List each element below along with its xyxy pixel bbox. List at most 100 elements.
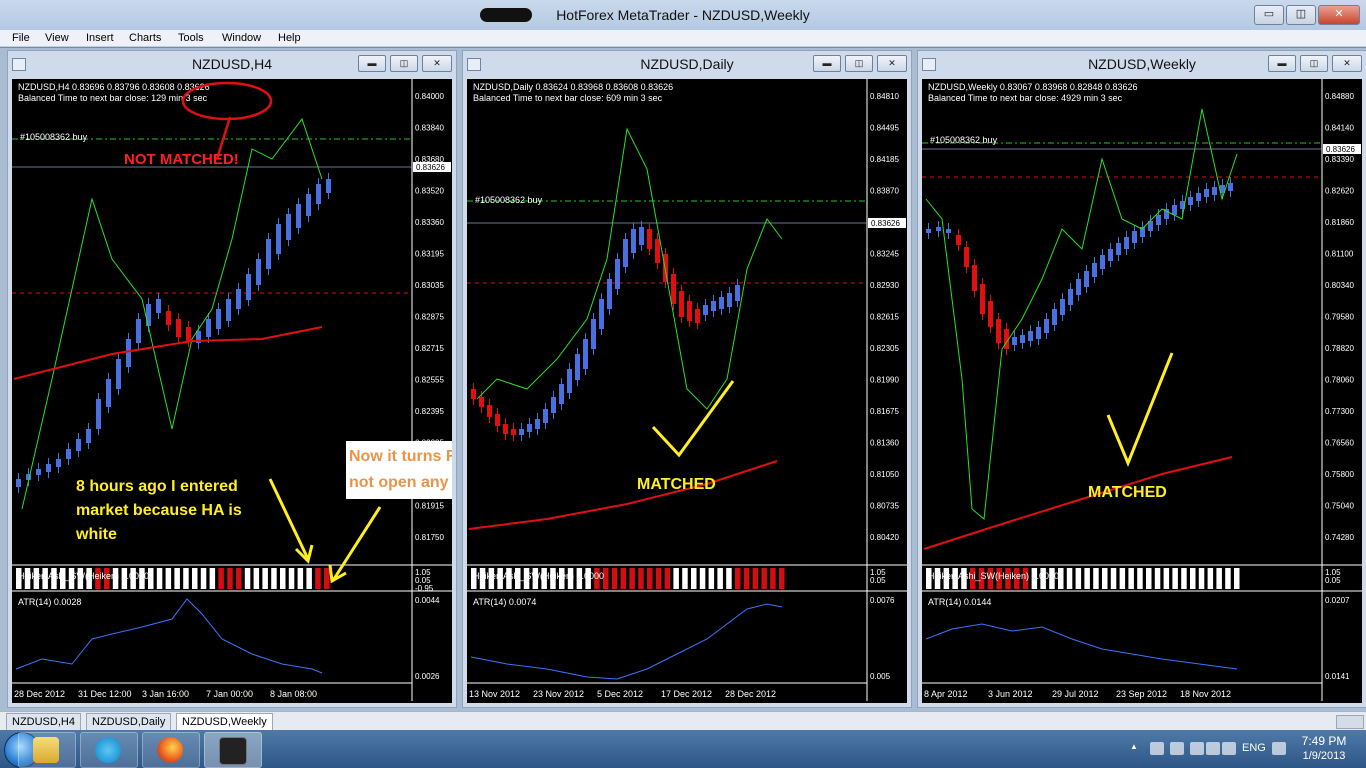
chart-restore-button[interactable]: ◫ [390,55,418,72]
chart-minimize-button[interactable]: ▬ [358,55,386,72]
menu-window[interactable]: Window [222,31,261,44]
chart-window-daily[interactable]: NZDUSD,Daily ▬ ◫ ✕ NZDUSD,Daily 0.83624 … [462,50,912,708]
price-axis: 0.84880 0.84140 0.83390 0.82620 0.81860 0.811… [1323,92,1361,542]
menu-tools[interactable]: Tools [178,31,204,44]
ha-histogram-bar [1198,568,1205,589]
tray-expand-icon[interactable]: ▲ [1130,742,1144,755]
atr-tick-label: 0.0026 [415,672,440,681]
ha-histogram-bar [1110,568,1117,589]
bull-candle [936,227,941,231]
ha-histogram-bar [218,568,224,589]
bull-candle [256,259,261,285]
ha-histogram-bar [611,568,618,589]
annotation-entry-line-2: market because HA is [76,502,242,519]
ha-histogram-bar [743,568,750,589]
tab-nzdusd-h4[interactable]: NZDUSD,H4 [6,713,81,731]
tray-icon-2[interactable] [1170,742,1184,755]
ha-histogram-bar [1066,568,1073,589]
price-tick-label: 0.80735 [870,502,899,511]
chart-close-button[interactable]: ✕ [422,55,452,72]
taskbar-metatrader[interactable] [204,732,262,768]
ha-histogram-bar [236,568,242,589]
chart-restore-button[interactable]: ◫ [1300,55,1328,72]
ha-histogram-bar [752,568,759,589]
price-tick-label: 0.84000 [415,92,444,101]
chart-window-h4[interactable]: NZDUSD,H4 ▬ ◫ ✕ NZDUSD,H4 0.83696 0.8379… [7,50,457,708]
language-indicator[interactable]: ENG [1242,742,1266,754]
menu-charts[interactable]: Charts [129,31,161,44]
ha-histogram-bar [647,568,653,589]
bull-candle [146,304,151,326]
ha-histogram-bar [1102,568,1108,589]
restore-button[interactable]: ◫ [1286,5,1316,25]
bull-candle [326,179,331,193]
price-tick-label: 0.75800 [1325,470,1354,479]
price-tick-label: 0.82395 [415,407,444,416]
price-tick-label: 0.82305 [870,344,899,353]
chart-close-button[interactable]: ✕ [877,55,907,72]
moving-average-line [13,326,323,380]
tab-nzdusd-weekly[interactable]: NZDUSD,Weekly [176,713,273,730]
tray-icon-1[interactable] [1150,742,1164,755]
bull-candle [623,239,628,267]
chart-window-weekly[interactable]: NZDUSD,Weekly ▬ ◫ ✕ NZDUSD,Weekly 0.8306… [917,50,1366,708]
indicator-label: Heiken Ashi_SW(Heiken) 0.0000 [473,571,604,581]
bull-candle [639,227,644,245]
close-button[interactable]: ✕ [1318,5,1360,25]
date-tick-label: 5 Dec 2012 [597,689,643,699]
chart-close-button[interactable]: ✕ [1332,55,1362,72]
taskbar-firefox[interactable] [142,732,200,768]
bear-candle [671,274,676,304]
menu-view[interactable]: View [45,31,69,44]
chart-info-line-1: NZDUSD,Weekly 0.83067 0.83968 0.82848 0.… [928,82,1137,92]
ha-histogram-bar [664,568,671,589]
current-price-label: 0.83626 [416,163,445,172]
bull-candle [1108,249,1113,261]
menu-file[interactable]: File [12,31,30,44]
tray-icon-3[interactable] [1222,742,1236,755]
chart-plot-daily[interactable]: NZDUSD,Daily 0.83624 0.83968 0.83608 0.8… [467,79,907,703]
date-tick-label: 31 Dec 12:00 [78,689,132,699]
date-tick-label: 8 Apr 2012 [924,689,968,699]
price-tick-label: 0.82930 [870,281,899,290]
clock-time[interactable]: 7:49 PM [1294,734,1354,748]
date-tick-label: 8 Jan 08:00 [270,689,317,699]
date-tick-label: 23 Sep 2012 [1116,689,1167,699]
chart-plot-h4[interactable]: NZDUSD,H4 0.83696 0.83796 0.83608 0.8362… [12,79,452,703]
indicator-label: Heiken Ashi_SW(Heiken) 0.0000 [18,571,149,581]
atr-tick-label: 0.0141 [1325,672,1350,681]
taskbar-explorer[interactable] [18,732,76,768]
bull-candle [1084,271,1089,287]
tab-nzdusd-daily[interactable]: NZDUSD,Daily [86,713,172,731]
chart-restore-button[interactable]: ◫ [845,55,873,72]
bull-candle [56,459,61,467]
price-tick-label: 0.75040 [1325,502,1354,511]
chart-minimize-button[interactable]: ▬ [1268,55,1296,72]
network-icon[interactable] [1190,742,1204,755]
chart-minimize-button[interactable]: ▬ [813,55,841,72]
price-tick-label: 0.74280 [1325,533,1354,542]
ha-histogram-bar [262,568,268,589]
bull-candle [1012,337,1017,345]
tabs-scroll-arrows[interactable] [1336,715,1364,729]
bull-candle [206,319,211,337]
clock-date[interactable]: 1/9/2013 [1294,750,1354,762]
atr-panel [925,623,1238,670]
menu-help[interactable]: Help [278,31,301,44]
bear-candle [471,389,476,399]
minimize-button[interactable]: ▭ [1254,5,1284,25]
bear-candle [166,311,171,325]
volume-icon[interactable] [1206,742,1220,755]
bull-candle [591,319,596,349]
ha-histogram-bar [673,568,679,589]
chart-plot-weekly[interactable]: NZDUSD,Weekly 0.83067 0.83968 0.82848 0.… [922,79,1362,703]
menu-insert[interactable]: Insert [86,31,114,44]
ha-histogram-bar [638,568,644,589]
bear-candle [964,247,969,267]
taskbar-skype[interactable] [80,732,138,768]
main-panel [12,79,452,701]
ha-histogram-bar [1154,568,1161,589]
action-center-icon[interactable] [1272,742,1286,755]
annotation-not-matched: NOT MATCHED! [124,151,239,168]
bull-candle [1044,319,1049,333]
